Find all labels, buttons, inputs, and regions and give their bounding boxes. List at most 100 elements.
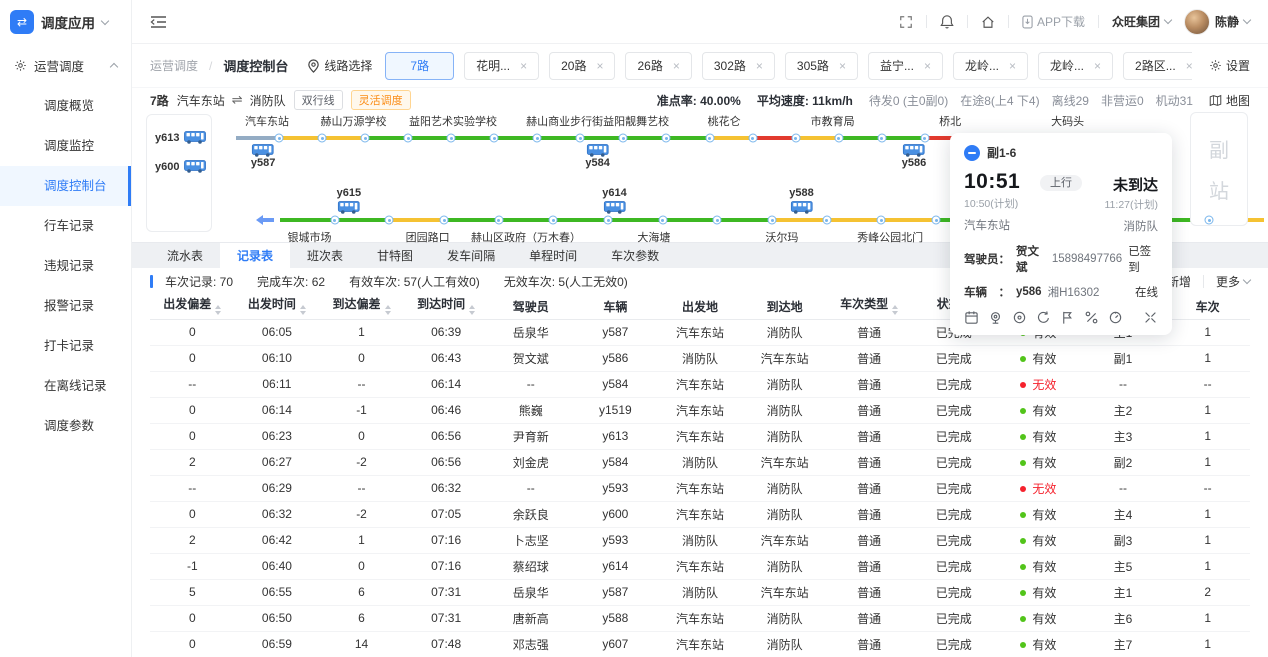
table-row[interactable]: 006:32-207:05余跃良y600汽车东站消防队普通已完成有效主41 (150, 501, 1250, 527)
tab-流水表[interactable]: 流水表 (150, 243, 220, 268)
column-header[interactable]: 车次类型 (827, 294, 912, 319)
station-dot[interactable] (490, 134, 499, 143)
tab-班次表[interactable]: 班次表 (290, 243, 360, 268)
company-switcher[interactable]: 众旺集团 (1112, 13, 1171, 30)
close-icon[interactable]: × (596, 60, 603, 72)
station-dot[interactable] (361, 134, 370, 143)
flag-icon[interactable] (1060, 310, 1075, 325)
bus-marker[interactable]: y587 (251, 144, 275, 171)
table-row[interactable]: 006:50607:31唐新高y588汽车东站消防队普通已完成有效主61 (150, 605, 1250, 631)
bus-marker[interactable]: y586 (902, 144, 926, 171)
station-dot[interactable] (1205, 216, 1214, 225)
column-header[interactable]: 驾驶员 (488, 294, 573, 319)
station-label[interactable]: 市教育局 (811, 113, 855, 129)
close-icon[interactable]: × (1009, 60, 1016, 72)
fullscreen-icon[interactable] (899, 15, 913, 29)
station-label[interactable]: 赫山区政府（万木春） (471, 229, 581, 245)
column-header[interactable]: 出发时间 (235, 294, 320, 319)
station-label[interactable]: 沃尔玛 (765, 229, 798, 245)
column-header[interactable]: 到达时间 (404, 294, 489, 319)
tab-发车间隔[interactable]: 发车间隔 (430, 243, 512, 268)
station-dot[interactable] (768, 216, 777, 225)
sidebar-item[interactable]: 违规记录 (0, 246, 131, 286)
route-chip[interactable]: 益宁...× (868, 52, 943, 80)
close-icon[interactable]: × (924, 60, 931, 72)
table-row[interactable]: -106:40007:16蔡绍球y614汽车东站消防队普通已完成有效主51 (150, 553, 1250, 579)
close-icon[interactable]: × (839, 60, 846, 72)
sidebar-item[interactable]: 在离线记录 (0, 366, 131, 406)
breadcrumb-parent[interactable]: 运营调度 (150, 57, 198, 74)
table-row[interactable]: 206:27-206:56刘金虎y584消防队汽车东站普通已完成有效副21 (150, 449, 1250, 475)
table-row[interactable]: --06:11--06:14--y584汽车东站消防队普通已完成无效---- (150, 371, 1250, 397)
sidebar-item[interactable]: 报警记录 (0, 286, 131, 326)
station-dot[interactable] (705, 134, 714, 143)
station-label[interactable]: 大码头 (1051, 113, 1084, 129)
bus-marker[interactable]: y615 (337, 187, 361, 214)
tab-单程时间[interactable]: 单程时间 (512, 243, 594, 268)
app-download-link[interactable]: APP下载 (1022, 13, 1085, 30)
depot-bus[interactable]: y613 (155, 131, 203, 144)
station-dot[interactable] (822, 216, 831, 225)
station-label[interactable]: 桥北 (939, 113, 961, 129)
table-row[interactable]: 006:10006:43贺文斌y586消防队汽车东站普通已完成有效副11 (150, 345, 1250, 371)
sidebar-item[interactable]: 调度参数 (0, 406, 131, 446)
sort-icon[interactable] (215, 302, 221, 318)
sidebar-group-operations[interactable]: 运营调度 (0, 44, 131, 86)
close-icon[interactable]: × (1186, 60, 1192, 72)
table-row[interactable]: 006:14-106:46熊巍y1519汽车东站消防队普通已完成有效主21 (150, 397, 1250, 423)
station-dot[interactable] (533, 134, 542, 143)
station-dot[interactable] (662, 134, 671, 143)
sidebar-item[interactable]: 调度控制台 (0, 166, 131, 206)
route-chip[interactable]: 7路 (385, 52, 454, 80)
refresh-icon[interactable] (1036, 310, 1051, 325)
station-dot[interactable] (404, 134, 413, 143)
station-dot[interactable] (877, 134, 886, 143)
table-row[interactable]: 006:591407:48邓志强y607汽车东站消防队普通已完成有效主71 (150, 631, 1250, 657)
station-label[interactable]: 团园路口 (406, 229, 450, 245)
sidebar-item[interactable]: 行车记录 (0, 206, 131, 246)
station-label[interactable]: 银城市场 (288, 229, 332, 245)
column-header[interactable]: 出发偏差 (150, 294, 235, 319)
app-logo-row[interactable]: ⇄ 调度应用 (0, 0, 131, 44)
close-icon[interactable]: × (673, 60, 680, 72)
scissors-icon[interactable] (1084, 310, 1099, 325)
station-dot[interactable] (932, 216, 941, 225)
route-chip[interactable]: 26路× (625, 52, 691, 80)
station-dot[interactable] (920, 134, 929, 143)
station-dot[interactable] (385, 216, 394, 225)
column-header[interactable]: 出发地 (658, 294, 743, 319)
station-label[interactable]: 桃花仑 (708, 113, 741, 129)
route-chip[interactable]: 龙岭...× (953, 52, 1028, 80)
depot-bus[interactable]: y600 (155, 160, 203, 173)
station-dot[interactable] (748, 134, 757, 143)
station-dot[interactable] (447, 134, 456, 143)
route-chip[interactable]: 龙岭...× (1038, 52, 1113, 80)
station-dot[interactable] (440, 216, 449, 225)
station-dot[interactable] (877, 216, 886, 225)
station-dot[interactable] (330, 216, 339, 225)
station-dot[interactable] (791, 134, 800, 143)
sidebar-item[interactable]: 打卡记录 (0, 326, 131, 366)
sidebar-item[interactable]: 调度概览 (0, 86, 131, 126)
user-menu[interactable]: 陈静 (1184, 9, 1250, 35)
tools-icon[interactable] (1143, 310, 1158, 325)
close-icon[interactable]: × (756, 60, 763, 72)
map-button[interactable]: 地图 (1209, 92, 1250, 109)
column-header[interactable]: 到达偏差 (319, 294, 404, 319)
record-icon[interactable] (1012, 310, 1027, 325)
column-header[interactable]: 车辆 (573, 294, 658, 319)
tab-记录表[interactable]: 记录表 (220, 243, 290, 268)
station-dot[interactable] (604, 216, 613, 225)
station-dot[interactable] (619, 134, 628, 143)
webcam-icon[interactable] (988, 310, 1003, 325)
route-chip[interactable]: 2路区...× (1123, 52, 1192, 80)
table-row[interactable]: 206:42107:16卜志坚y593消防队汽车东站普通已完成有效副31 (150, 527, 1250, 553)
station-dot[interactable] (576, 134, 585, 143)
more-button[interactable]: 更多 (1216, 273, 1250, 290)
column-header[interactable]: 车次 (1165, 294, 1250, 319)
route-chip[interactable]: 花明...× (464, 52, 539, 80)
sort-icon[interactable] (385, 302, 391, 318)
column-header[interactable]: 到达地 (742, 294, 827, 319)
sort-icon[interactable] (892, 302, 898, 318)
station-label[interactable]: 汽车东站 (245, 113, 289, 129)
